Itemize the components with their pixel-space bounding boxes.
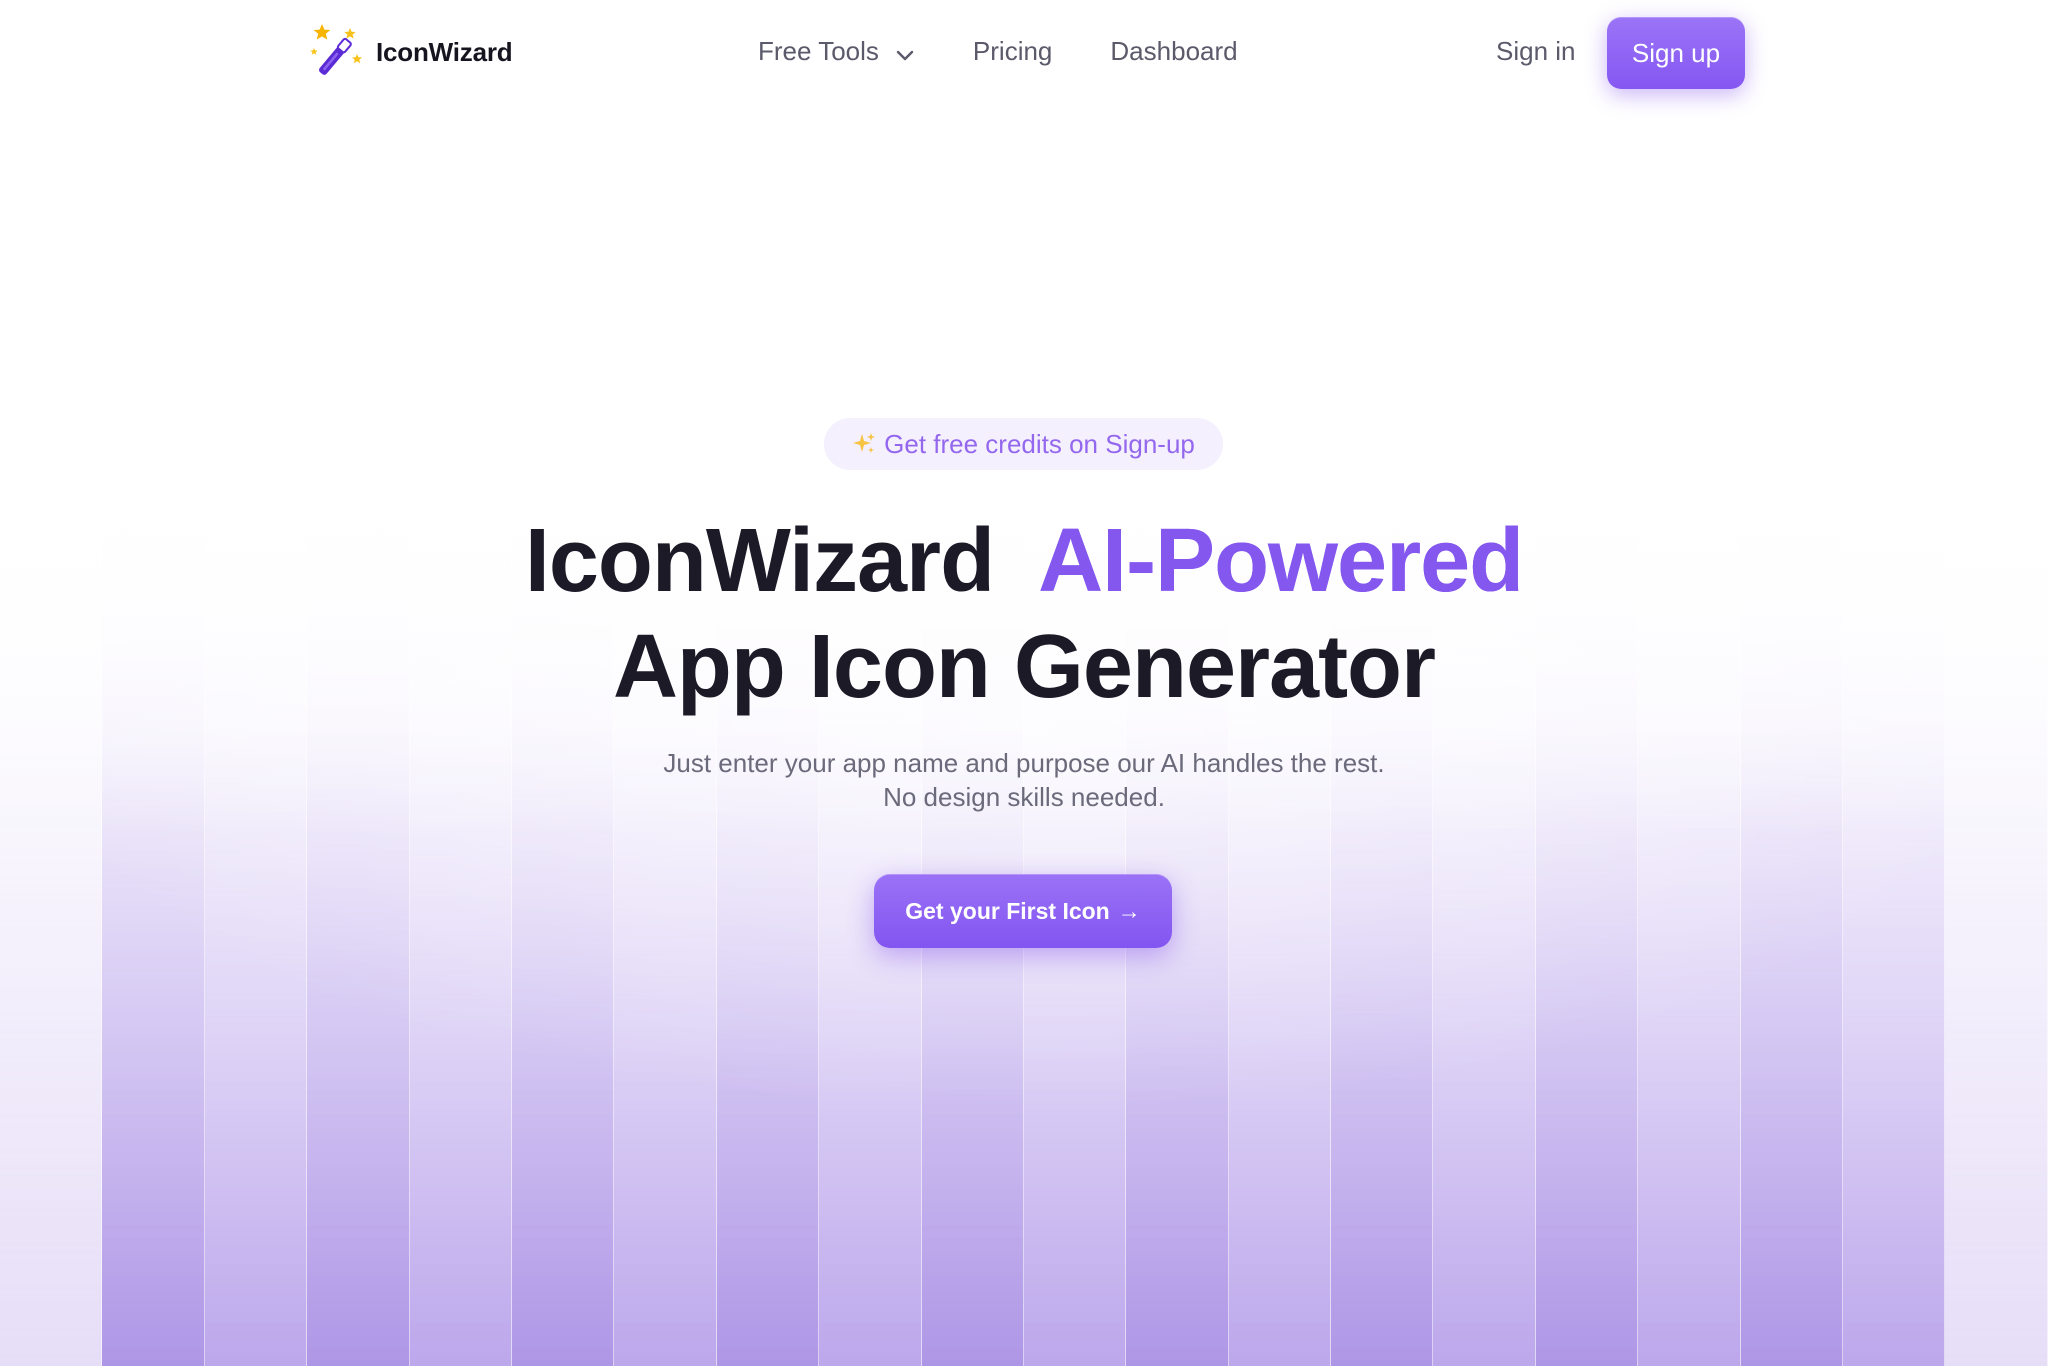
subtext-line2: No design skills needed. [883, 782, 1165, 812]
headline-line2: App Icon Generator [612, 617, 1436, 717]
navbar: IconWizard Free Tools Pricing Dashboard … [0, 0, 2048, 106]
nav-free-tools-dropdown[interactable]: Free Tools [758, 36, 915, 67]
magic-wand-icon [308, 22, 362, 82]
landing-page: IconWizard Free Tools Pricing Dashboard … [0, 0, 2048, 1366]
sign-in-link[interactable]: Sign in [1496, 36, 1576, 67]
sign-up-button[interactable]: Sign up [1607, 17, 1745, 89]
brand-name: IconWizard [376, 36, 513, 67]
arrow-right-icon: → [1117, 897, 1141, 924]
nav-pricing-link[interactable]: Pricing [973, 36, 1052, 67]
subtext-line1: Just enter your app name and purpose our… [663, 748, 1385, 778]
cta-label: Get your First Icon [905, 897, 1110, 924]
free-credits-badge[interactable]: Get free credits on Sign-up [824, 418, 1223, 470]
hero-subtext: Just enter your app name and purpose our… [0, 746, 2048, 814]
hero-headline: IconWizard AI-Powered App Icon Generator [0, 508, 2048, 720]
headline-brand: IconWizard [524, 511, 995, 611]
badge-text: Get free credits on Sign-up [884, 428, 1195, 459]
main-nav: Free Tools Pricing Dashboard [758, 36, 1238, 67]
get-first-icon-button[interactable]: Get your First Icon → [874, 874, 1172, 948]
chevron-down-icon [895, 41, 915, 61]
headline-accent: AI-Powered [1038, 511, 1524, 611]
brand-link[interactable]: IconWizard [308, 22, 513, 82]
nav-dashboard-link[interactable]: Dashboard [1110, 36, 1237, 67]
sparkles-icon [852, 432, 876, 456]
nav-free-tools-label: Free Tools [758, 36, 879, 66]
